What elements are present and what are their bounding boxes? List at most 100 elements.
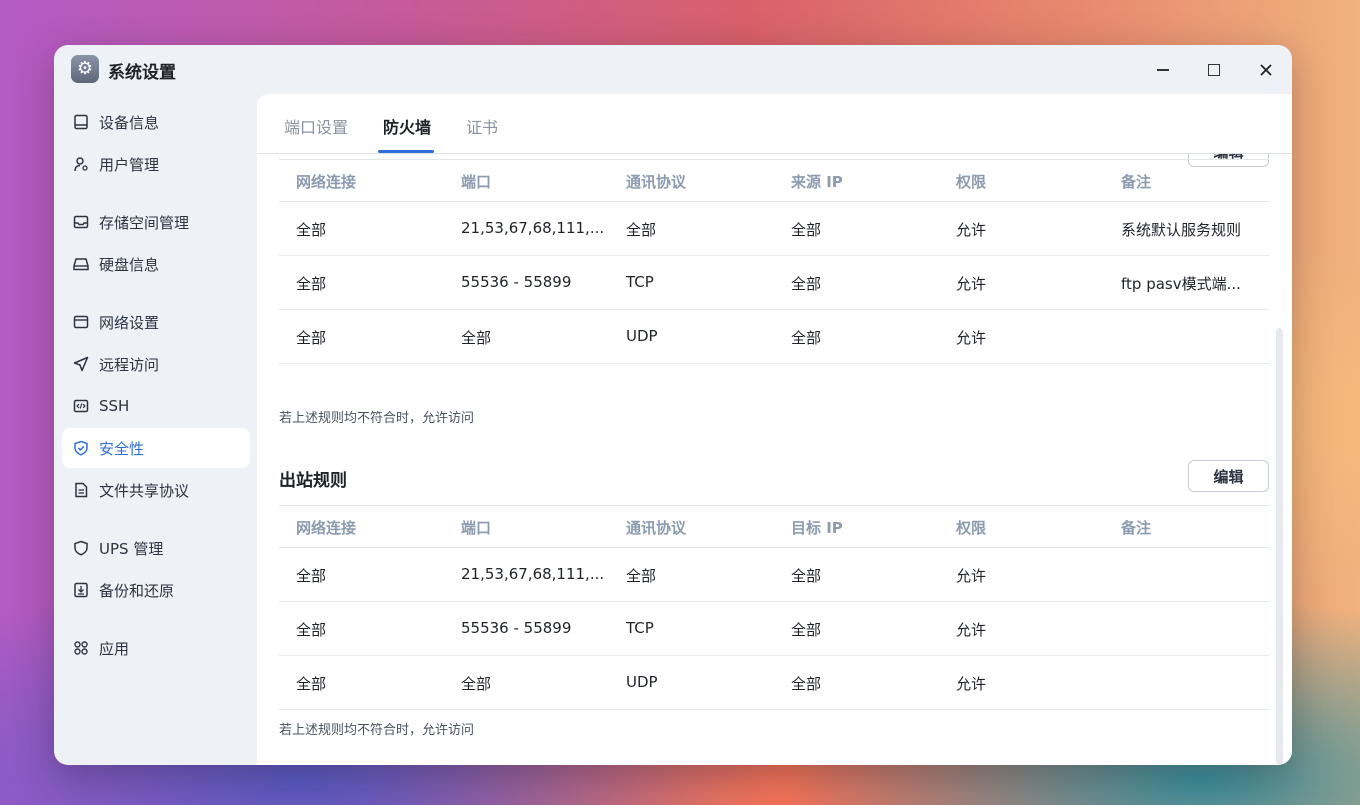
sidebar-item-label: UPS 管理: [99, 539, 164, 558]
table-cell: UDP: [626, 327, 658, 345]
table-cell: 全部: [791, 621, 822, 639]
table-row[interactable]: 全部 55536 - 55899 TCP 全部 允许 ftp pasv模式端..…: [279, 256, 1269, 310]
maximize-icon: [1208, 64, 1220, 76]
column-header: 通讯协议: [626, 173, 687, 191]
minimize-button[interactable]: [1150, 57, 1176, 83]
settings-window: ⚙ 系统设置 设备信息 用户管理 存储空间管理 硬盘信息 网络设置 远程访问 S…: [54, 45, 1292, 765]
inbound-rules-table: 网络连接 端口 通讯协议 来源 IP 权限 备注 全部 21,53,67,68,…: [279, 154, 1269, 364]
apps-icon: [72, 639, 90, 657]
table-cell: 全部: [296, 275, 327, 293]
sidebar-item-storage[interactable]: 存储空间管理: [62, 202, 250, 242]
table-row[interactable]: 全部 21,53,67,68,111,... 全部 全部 允许 系统默认服务规则: [279, 202, 1269, 256]
table-cell: 允许: [956, 275, 987, 293]
sidebar-item-apps[interactable]: 应用: [62, 628, 250, 668]
table-cell: ftp pasv模式端...: [1121, 275, 1241, 293]
outbound-edit-button[interactable]: 编辑: [1188, 460, 1269, 492]
shield-icon: [72, 439, 90, 457]
sidebar-item-label: 网络设置: [99, 313, 160, 332]
close-button[interactable]: [1253, 57, 1279, 83]
table-row[interactable]: 全部 全部 UDP 全部 允许: [279, 656, 1269, 710]
sidebar-item-device-info[interactable]: 设备信息: [62, 102, 250, 142]
table-cell: 允许: [956, 675, 987, 693]
content-panel: 端口设置 防火墙 证书 编辑 网络连接 端口 通讯协议 来源 IP 权限 备注 …: [257, 94, 1292, 765]
ups-shield-icon: [72, 539, 90, 557]
network-icon: [72, 313, 90, 331]
table-cell: 55536 - 55899: [461, 619, 572, 637]
sidebar-item-label: 远程访问: [99, 355, 160, 374]
sidebar-item-label: 硬盘信息: [99, 255, 160, 274]
send-icon: [72, 355, 90, 373]
table-cell: 全部: [296, 221, 327, 239]
table-cell: 全部: [626, 221, 657, 239]
sidebar-item-label: 安全性: [99, 439, 145, 458]
sidebar-item-label: 存储空间管理: [99, 213, 190, 232]
sidebar-item-ups[interactable]: UPS 管理: [62, 528, 250, 568]
table-row[interactable]: 全部 21,53,67,68,111,... 全部 全部 允许: [279, 548, 1269, 602]
table-header: 网络连接 端口 通讯协议 目标 IP 权限 备注: [279, 505, 1269, 548]
column-header: 网络连接: [296, 519, 357, 537]
tab-certificate[interactable]: 证书: [466, 114, 498, 138]
tab-port-settings[interactable]: 端口设置: [284, 114, 348, 138]
sidebar-item-disk[interactable]: 硬盘信息: [62, 244, 250, 284]
sidebar-item-label: 应用: [99, 639, 130, 658]
sidebar-item-label: 文件共享协议: [99, 481, 190, 500]
sidebar-item-users[interactable]: 用户管理: [62, 144, 250, 184]
title-bar: ⚙ 系统设置: [54, 45, 1292, 95]
device-icon: [72, 113, 90, 131]
column-header: 备注: [1121, 173, 1152, 191]
table-header: 网络连接 端口 通讯协议 来源 IP 权限 备注: [279, 159, 1269, 202]
table-cell: 全部: [626, 567, 657, 585]
column-header: 权限: [956, 519, 987, 537]
sidebar: 设备信息 用户管理 存储空间管理 硬盘信息 网络设置 远程访问 SSH 安全性 …: [62, 97, 250, 668]
vertical-scrollbar[interactable]: [1276, 328, 1283, 765]
table-row[interactable]: 全部 55536 - 55899 TCP 全部 允许: [279, 602, 1269, 656]
table-cell: 全部: [461, 329, 492, 347]
table-cell: 21,53,67,68,111,...: [461, 219, 605, 237]
column-header: 目标 IP: [791, 519, 843, 537]
table-cell: 全部: [296, 567, 327, 585]
minimize-icon: [1157, 69, 1169, 71]
window-title: 系统设置: [108, 63, 176, 83]
table-cell: 全部: [791, 275, 822, 293]
inbound-default-note: 若上述规则均不符合时，允许访问: [279, 411, 475, 426]
storage-icon: [72, 213, 90, 231]
table-cell: 全部: [791, 221, 822, 239]
sidebar-item-file-sharing[interactable]: 文件共享协议: [62, 470, 250, 510]
table-cell: 允许: [956, 567, 987, 585]
column-header: 端口: [461, 173, 492, 191]
sidebar-item-label: 设备信息: [99, 113, 160, 132]
sidebar-item-backup[interactable]: 备份和还原: [62, 570, 250, 610]
user-icon: [72, 155, 90, 173]
table-cell: 允许: [956, 329, 987, 347]
table-cell: 全部: [296, 329, 327, 347]
table-cell: UDP: [626, 673, 658, 691]
outbound-default-note: 若上述规则均不符合时，允许访问: [279, 723, 475, 738]
sidebar-item-network[interactable]: 网络设置: [62, 302, 250, 342]
table-cell: 21,53,67,68,111,...: [461, 565, 605, 583]
table-cell: 全部: [296, 675, 327, 693]
sidebar-item-label: SSH: [99, 397, 130, 415]
column-header: 权限: [956, 173, 987, 191]
code-icon: [72, 397, 90, 415]
table-row[interactable]: 全部 全部 UDP 全部 允许: [279, 310, 1269, 364]
table-cell: 系统默认服务规则: [1121, 221, 1242, 239]
outbound-rules-title: 出站规则: [279, 471, 347, 491]
table-cell: 全部: [791, 675, 822, 693]
firewall-scroll-area[interactable]: 编辑 网络连接 端口 通讯协议 来源 IP 权限 备注 全部 21,53,67,…: [257, 154, 1292, 765]
tab-firewall[interactable]: 防火墙: [383, 114, 431, 138]
table-cell: 允许: [956, 621, 987, 639]
sidebar-item-ssh[interactable]: SSH: [62, 386, 250, 426]
sidebar-item-security[interactable]: 安全性: [62, 428, 250, 468]
table-cell: 全部: [296, 621, 327, 639]
backup-icon: [72, 581, 90, 599]
sidebar-item-remote-access[interactable]: 远程访问: [62, 344, 250, 384]
column-header: 网络连接: [296, 173, 357, 191]
maximize-button[interactable]: [1201, 57, 1227, 83]
file-icon: [72, 481, 90, 499]
column-header: 备注: [1121, 519, 1152, 537]
table-cell: 全部: [791, 567, 822, 585]
close-icon: [1260, 64, 1272, 76]
settings-gear-icon: ⚙: [71, 55, 99, 83]
column-header: 来源 IP: [791, 173, 843, 191]
sidebar-item-label: 用户管理: [99, 155, 160, 174]
